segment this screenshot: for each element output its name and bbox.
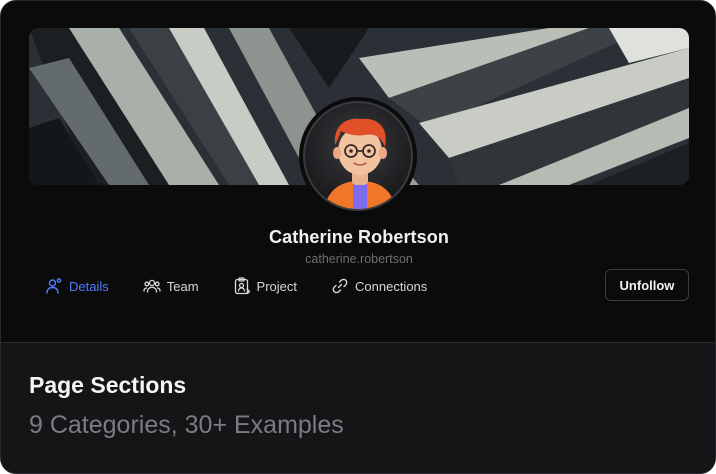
- profile-tabs: Details Team Project Connections: [45, 275, 461, 297]
- tab-project[interactable]: Project: [233, 277, 297, 295]
- app-frame: Catherine Robertson catherine.robertson …: [0, 0, 716, 474]
- link-icon: [331, 277, 349, 295]
- profile-card: Catherine Robertson catherine.robertson …: [1, 1, 715, 343]
- user-icon: [45, 277, 63, 295]
- tab-team[interactable]: Team: [143, 277, 199, 295]
- users-icon: [143, 277, 161, 295]
- section-subtitle: 9 Categories, 30+ Examples: [29, 411, 344, 439]
- avatar-image: [303, 101, 413, 211]
- tab-details-label: Details: [69, 278, 109, 294]
- tab-connections-label: Connections: [355, 278, 428, 294]
- tab-details[interactable]: Details: [45, 277, 109, 295]
- tab-project-label: Project: [256, 278, 298, 294]
- section-title: Page Sections: [29, 372, 187, 398]
- clipboard-icon: [233, 277, 251, 295]
- profile-name: Catherine Robertson: [269, 227, 449, 247]
- tab-team-label: Team: [166, 278, 199, 294]
- profile-handle: catherine.robertson: [305, 252, 413, 266]
- unfollow-button[interactable]: Unfollow: [605, 269, 689, 301]
- avatar: [299, 97, 417, 215]
- tab-connections[interactable]: Connections: [331, 277, 427, 295]
